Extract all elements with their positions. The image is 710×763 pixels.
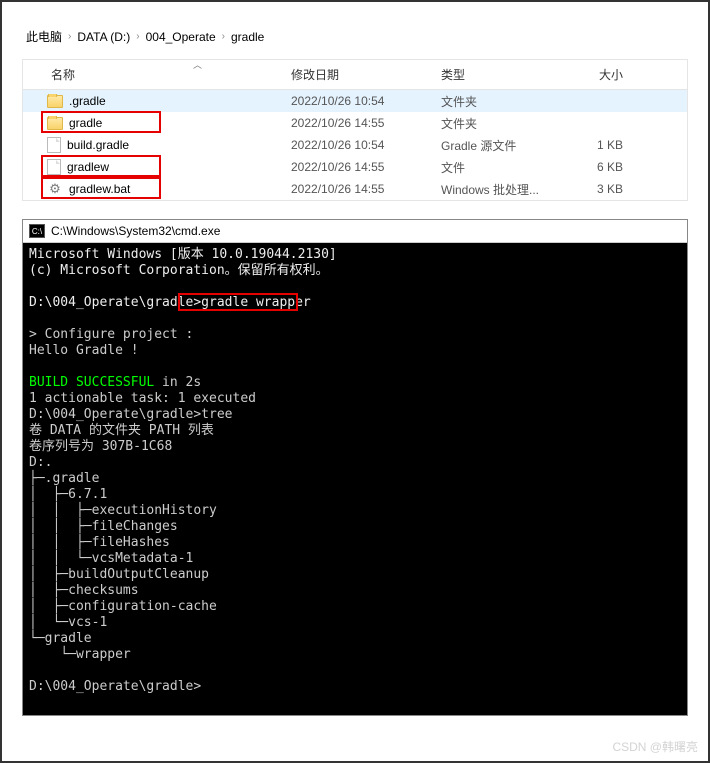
terminal-line: D:\004_Operate\gradle>tree [29, 407, 233, 422]
terminal-line: Microsoft Windows [版本 10.0.19044.2130] [29, 247, 337, 262]
terminal-line: > Configure project : [29, 327, 193, 342]
file-size: 6 KB [563, 160, 643, 174]
terminal-line: └─gradle [29, 631, 92, 646]
table-row[interactable]: gradle 2022/10/26 14:55文件夹 [23, 112, 687, 134]
terminal-line: D:. [29, 455, 52, 470]
terminal-line: │ ├─checksums [29, 583, 139, 598]
terminal-line: │ ├─configuration-cache [29, 599, 217, 614]
terminal-title-text: C:\Windows\System32\cmd.exe [51, 224, 220, 238]
terminal-line: in 2s [154, 375, 201, 390]
file-name: gradlew [67, 160, 109, 174]
breadcrumb-item[interactable]: 此电脑 [26, 28, 62, 45]
terminal-output[interactable]: Microsoft Windows [版本 10.0.19044.2130] (… [23, 243, 687, 715]
terminal-titlebar[interactable]: C:\ C:\Windows\System32\cmd.exe [23, 220, 687, 243]
file-icon [47, 137, 61, 153]
terminal-line: └─wrapper [29, 647, 131, 662]
sort-ascending-icon: ︿ [193, 58, 202, 71]
breadcrumb-item[interactable]: 004_Operate [146, 30, 216, 44]
terminal-line: Hello Gradle ! [29, 343, 139, 358]
file-date: 2022/10/26 10:54 [283, 94, 433, 108]
file-type: Gradle 源文件 [433, 137, 563, 154]
folder-icon [47, 95, 63, 108]
table-row[interactable]: .gradle 2022/10/26 10:54文件夹 [23, 90, 687, 112]
file-explorer: ︿ 名称 修改日期 类型 大小 .gradle2022/10/26 10:54文… [22, 59, 688, 201]
terminal-line: │ └─vcs-1 [29, 615, 107, 630]
column-header-date[interactable]: 修改日期 [283, 60, 433, 89]
file-type: Windows 批处理... [433, 181, 563, 198]
file-name: gradlew.bat [69, 182, 130, 196]
file-size: 1 KB [563, 138, 643, 152]
terminal-line: (c) Microsoft Corporation。保留所有权利。 [29, 263, 329, 278]
file-name: gradle [69, 116, 102, 130]
file-date: 2022/10/26 10:54 [283, 138, 433, 152]
file-date: 2022/10/26 14:55 [283, 182, 433, 196]
terminal-line: ├─.gradle [29, 471, 99, 486]
terminal-line: D:\004_Operate\gradle> [29, 679, 201, 694]
chevron-right-icon: › [68, 31, 71, 42]
terminal-line: BUILD SUCCESSFUL [29, 375, 154, 390]
terminal-line: D:\004_Operate\gradle>gradle wrapper [29, 295, 311, 310]
terminal-line: │ │ ├─executionHistory [29, 503, 217, 518]
table-row[interactable]: gradlew 2022/10/26 14:55文件6 KB [23, 156, 687, 178]
table-row[interactable]: build.gradle 2022/10/26 10:54Gradle 源文件1 … [23, 134, 687, 156]
file-name: .gradle [69, 94, 106, 108]
terminal-line: │ │ ├─fileChanges [29, 519, 178, 534]
file-type: 文件夹 [433, 115, 563, 132]
column-header-size[interactable]: 大小 [563, 60, 643, 89]
terminal-line: 卷 DATA 的文件夹 PATH 列表 [29, 423, 214, 438]
file-type: 文件 [433, 159, 563, 176]
table-row[interactable]: gradlew.bat 2022/10/26 14:55Windows 批处理..… [23, 178, 687, 200]
terminal-line: │ ├─6.7.1 [29, 487, 107, 502]
watermark: CSDN @韩曙亮 [612, 738, 698, 755]
file-list: .gradle2022/10/26 10:54文件夹gradle2022/10/… [23, 90, 687, 200]
column-header-name[interactable]: 名称 [23, 60, 283, 89]
file-icon [47, 159, 61, 175]
terminal-window: C:\ C:\Windows\System32\cmd.exe Microsof… [22, 219, 688, 716]
gear-icon [47, 181, 63, 197]
file-name: build.gradle [67, 138, 129, 152]
file-type: 文件夹 [433, 93, 563, 110]
terminal-line: 卷序列号为 307B-1C68 [29, 439, 172, 454]
breadcrumb-item[interactable]: DATA (D:) [77, 30, 130, 44]
terminal-line: │ │ └─vcsMetadata-1 [29, 551, 193, 566]
breadcrumb-item[interactable]: gradle [231, 30, 264, 44]
folder-icon [47, 117, 63, 130]
chevron-right-icon: › [222, 31, 225, 42]
cmd-icon: C:\ [29, 224, 45, 238]
terminal-line: 1 actionable task: 1 executed [29, 391, 256, 406]
column-header-type[interactable]: 类型 [433, 60, 563, 89]
terminal-line: │ │ ├─fileHashes [29, 535, 170, 550]
file-size: 3 KB [563, 182, 643, 196]
terminal-line: │ ├─buildOutputCleanup [29, 567, 209, 582]
table-header: ︿ 名称 修改日期 类型 大小 [23, 60, 687, 90]
file-date: 2022/10/26 14:55 [283, 116, 433, 130]
file-date: 2022/10/26 14:55 [283, 160, 433, 174]
breadcrumb[interactable]: 此电脑 › DATA (D:) › 004_Operate › gradle [22, 22, 688, 59]
chevron-right-icon: › [136, 31, 139, 42]
